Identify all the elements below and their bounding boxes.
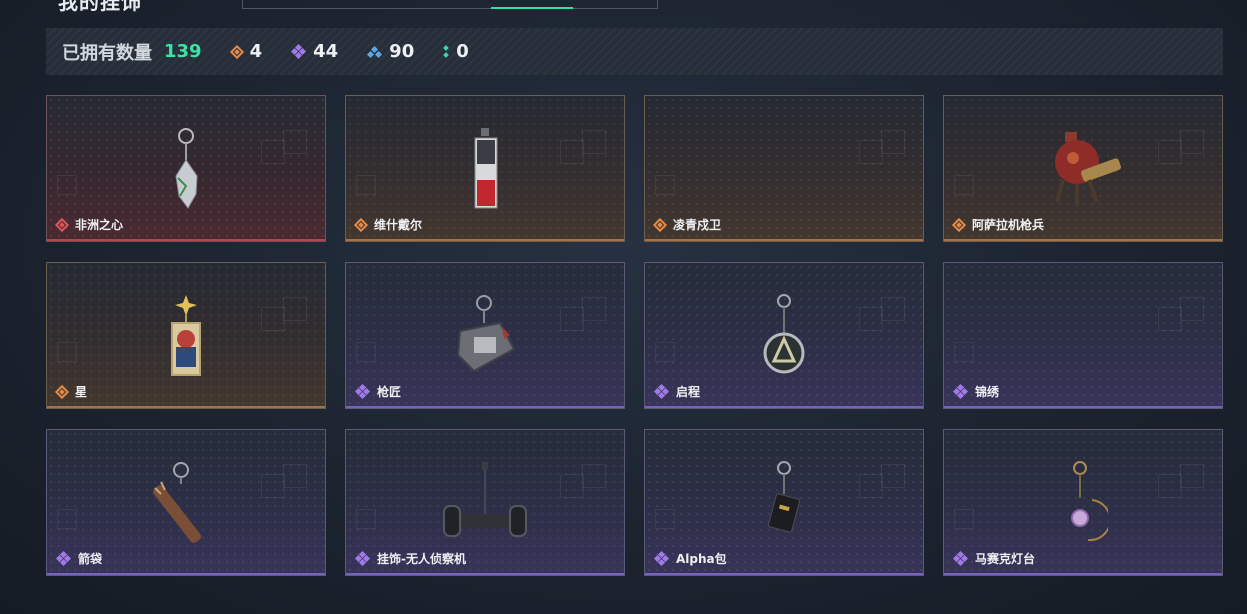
stat-blue: 90 <box>367 41 415 62</box>
item-label: 启程 <box>676 385 701 399</box>
item-card[interactable]: 枪匠 <box>345 262 625 409</box>
item-name: 马赛克灯台 <box>952 550 1036 567</box>
item-name: 阿萨拉机枪兵 <box>954 216 1044 233</box>
stat-green: 0 <box>443 41 469 62</box>
item-card[interactable]: 阿萨拉机枪兵 <box>943 95 1223 242</box>
item-card[interactable]: 星 <box>46 262 326 409</box>
item-card[interactable]: 凌青戍卫 <box>644 95 924 242</box>
item-label: 阿萨拉机枪兵 <box>972 218 1045 232</box>
item-label: 凌青戍卫 <box>673 218 722 232</box>
owned-count-bar: 已拥有数量 139 4 44 90 0 <box>46 28 1223 75</box>
heart-pendant-icon <box>166 126 206 216</box>
active-tab-indicator <box>491 7 573 9</box>
bag-pendant-icon <box>764 460 804 546</box>
purple-gem-icon <box>952 383 969 400</box>
item-label: Alpha包 <box>676 552 727 566</box>
item-label: 维什戴尔 <box>374 218 423 232</box>
stat-green-value: 0 <box>456 41 469 62</box>
stat-purple: 44 <box>291 41 339 62</box>
medal-pendant-icon <box>759 293 809 379</box>
stat-orange: 4 <box>232 41 263 62</box>
orange-gem-icon <box>954 220 964 230</box>
drone-pendant-icon <box>440 460 530 546</box>
pendant-grid: 非洲之心 维什戴尔 凌青戍卫 阿萨拉机枪兵 星 枪匠 启程 锦绣 箭袋 挂饰-无… <box>46 95 1223 576</box>
owned-count-total: 139 <box>164 41 202 62</box>
item-label: 箭袋 <box>78 552 103 566</box>
purple-gem-icon <box>354 550 371 567</box>
owned-count-label: 已拥有数量 <box>62 42 152 64</box>
purple-gem-icon <box>354 383 371 400</box>
item-card[interactable]: 非洲之心 <box>46 95 326 242</box>
item-card[interactable]: 启程 <box>644 262 924 409</box>
item-card[interactable]: 箭袋 <box>46 429 326 576</box>
item-label: 锦绣 <box>975 385 1000 399</box>
item-card[interactable]: 马赛克灯台 <box>943 429 1223 576</box>
quiver-pendant-icon <box>151 460 221 546</box>
blue-gem-icon <box>367 45 383 58</box>
item-name: 箭袋 <box>55 550 103 567</box>
item-card[interactable]: Alpha包 <box>644 429 924 576</box>
red-gem-icon <box>57 220 67 230</box>
item-label: 挂饰-无人侦察机 <box>377 552 466 566</box>
toolbox-pendant-icon <box>450 293 520 383</box>
stat-purple-value: 44 <box>313 41 339 62</box>
robot-gunner-icon <box>1043 128 1123 208</box>
item-name: 维什戴尔 <box>356 216 422 233</box>
item-card[interactable]: 维什戴尔 <box>345 95 625 242</box>
item-name: 挂饰-无人侦察机 <box>354 550 466 567</box>
item-label: 星 <box>75 385 88 399</box>
orange-gem-icon <box>232 47 242 57</box>
page-title: 我的挂饰 <box>58 0 142 14</box>
item-name: 锦绣 <box>952 383 1000 400</box>
stat-orange-value: 4 <box>249 41 263 62</box>
purple-gem-icon <box>653 383 670 400</box>
item-label: 枪匠 <box>377 385 402 399</box>
item-name: 启程 <box>653 383 701 400</box>
item-name: 枪匠 <box>354 383 402 400</box>
item-name: Alpha包 <box>653 550 727 567</box>
tab-bar[interactable] <box>242 0 658 9</box>
green-gem-icon <box>443 45 450 58</box>
purple-gem-icon <box>291 43 307 60</box>
item-card[interactable]: 锦绣 <box>943 262 1223 409</box>
item-label: 马赛克灯台 <box>975 552 1036 566</box>
orange-gem-icon <box>655 220 665 230</box>
tag-pendant-icon <box>465 126 505 212</box>
moon-lamp-pendant-icon <box>1058 460 1108 546</box>
item-label: 非洲之心 <box>75 218 124 232</box>
item-name: 凌青戍卫 <box>655 216 721 233</box>
card-pendant-icon <box>166 295 206 379</box>
orange-gem-icon <box>57 387 67 397</box>
orange-gem-icon <box>356 220 366 230</box>
item-card[interactable]: 挂饰-无人侦察机 <box>345 429 625 576</box>
purple-gem-icon <box>55 550 72 567</box>
purple-gem-icon <box>653 550 670 567</box>
purple-gem-icon <box>952 550 969 567</box>
item-name: 星 <box>57 383 87 400</box>
item-name: 非洲之心 <box>57 216 123 233</box>
stat-blue-value: 90 <box>389 41 415 62</box>
